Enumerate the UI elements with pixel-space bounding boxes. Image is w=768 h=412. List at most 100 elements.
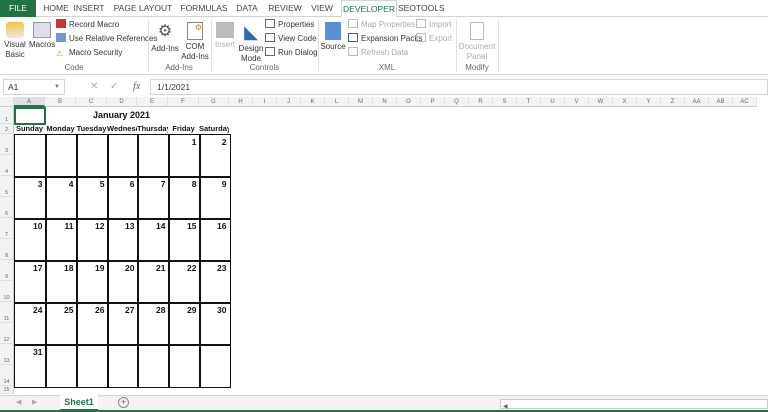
column-header-AC[interactable]: AC — [733, 97, 757, 107]
calendar-day-cell[interactable]: 18 — [45, 260, 78, 304]
calendar-day-cell[interactable]: 6 — [107, 176, 139, 220]
calendar-day-cell[interactable]: 4 — [45, 176, 78, 220]
calendar-day-cell[interactable]: 11 — [45, 218, 78, 262]
run-dialog-button[interactable]: Run Dialog — [265, 47, 318, 59]
column-header-O[interactable]: O — [397, 97, 421, 107]
scroll-left-arrow-icon[interactable]: ◀ — [501, 404, 508, 410]
column-header-D[interactable]: D — [107, 97, 137, 107]
calendar-day-cell[interactable] — [107, 344, 139, 388]
row-header-10[interactable]: 10 — [0, 281, 14, 302]
calendar-day-cell[interactable] — [137, 134, 170, 178]
calendar-day-cell[interactable]: 24 — [14, 302, 47, 346]
calendar-day-cell[interactable] — [14, 134, 47, 178]
calendar-day-cell[interactable] — [76, 344, 109, 388]
row-header-6[interactable]: 6 — [0, 197, 14, 218]
calendar-day-cell[interactable]: 12 — [76, 218, 109, 262]
tab-view[interactable]: VIEW — [308, 0, 336, 17]
column-header-B[interactable]: B — [45, 97, 76, 107]
column-header-R[interactable]: R — [469, 97, 493, 107]
import-button[interactable]: Import — [416, 19, 452, 31]
calendar-day-cell[interactable] — [45, 344, 78, 388]
tab-insert[interactable]: INSERT — [70, 0, 108, 17]
insert-control-button[interactable]: Insert — [213, 22, 237, 50]
name-box[interactable]: A1 ▼ — [3, 79, 65, 95]
calendar-day-cell[interactable]: 5 — [76, 176, 109, 220]
row-header-7[interactable]: 7 — [0, 218, 14, 239]
row-header-12[interactable]: 12 — [0, 323, 14, 344]
tab-review[interactable]: REVIEW — [266, 0, 304, 17]
select-all-corner[interactable] — [0, 97, 14, 107]
column-header-G[interactable]: G — [199, 97, 229, 107]
row-header-9[interactable]: 9 — [0, 260, 14, 281]
calendar-day-cell[interactable]: 2 — [199, 134, 231, 178]
calendar-day-cell[interactable]: 28 — [137, 302, 170, 346]
column-header-AB[interactable]: AB — [709, 97, 733, 107]
tab-home[interactable]: HOME — [38, 0, 74, 17]
calendar-day-cell[interactable]: 7 — [137, 176, 170, 220]
column-header-M[interactable]: M — [349, 97, 373, 107]
row-header-15[interactable]: 15 — [0, 386, 14, 394]
row-header-1[interactable]: 1 — [0, 107, 14, 124]
formula-input[interactable]: 1/1/2021 — [150, 79, 768, 95]
calendar-day-cell[interactable]: 14 — [137, 218, 170, 262]
calendar-day-cell[interactable]: 8 — [168, 176, 201, 220]
calendar-day-cell[interactable] — [45, 134, 78, 178]
row-header-2[interactable]: 2 — [0, 124, 14, 134]
tab-data[interactable]: DATA — [231, 0, 263, 17]
horizontal-scrollbar[interactable]: ◀ — [500, 399, 768, 410]
view-code-button[interactable]: View Code — [265, 33, 317, 45]
column-header-F[interactable]: F — [168, 97, 199, 107]
tab-seotools[interactable]: SEOTOOLS — [398, 0, 445, 17]
calendar-day-cell[interactable]: 22 — [168, 260, 201, 304]
column-header-K[interactable]: K — [301, 97, 325, 107]
macro-security-button[interactable]: ⚠ Macro Security — [56, 47, 122, 59]
sheet-tab-sheet1[interactable]: Sheet1 — [60, 395, 98, 411]
calendar-day-cell[interactable]: 25 — [45, 302, 78, 346]
calendar-day-cell[interactable]: 27 — [107, 302, 139, 346]
scroll-left-icon[interactable]: ◀ — [16, 398, 21, 406]
column-header-AA[interactable]: AA — [685, 97, 709, 107]
column-header-L[interactable]: L — [325, 97, 349, 107]
column-header-W[interactable]: W — [589, 97, 613, 107]
document-panel-button[interactable]: Document Panel — [458, 22, 496, 62]
column-header-S[interactable]: S — [493, 97, 517, 107]
visual-basic-button[interactable]: Visual Basic — [2, 22, 28, 60]
calendar-day-cell[interactable]: 31 — [14, 344, 47, 388]
column-header-N[interactable]: N — [373, 97, 397, 107]
calendar-day-cell[interactable]: 3 — [14, 176, 47, 220]
source-button[interactable]: Source — [320, 22, 346, 52]
tab-developer[interactable]: DEVELOPER — [341, 0, 397, 18]
column-header-C[interactable]: C — [76, 97, 107, 107]
column-header-Q[interactable]: Q — [445, 97, 469, 107]
column-header-T[interactable]: T — [517, 97, 541, 107]
calendar-day-cell[interactable]: 23 — [199, 260, 231, 304]
row-header-8[interactable]: 8 — [0, 239, 14, 260]
tab-file[interactable]: FILE — [0, 0, 36, 17]
row-header-11[interactable]: 11 — [0, 302, 14, 323]
calendar-day-cell[interactable]: 16 — [199, 218, 231, 262]
calendar-day-cell[interactable]: 21 — [137, 260, 170, 304]
record-macro-button[interactable]: Record Macro — [56, 19, 119, 31]
row-header-14[interactable]: 14 — [0, 365, 14, 386]
relative-references-button[interactable]: Use Relative References — [56, 33, 157, 45]
column-header-J[interactable]: J — [277, 97, 301, 107]
calendar-day-cell[interactable]: 26 — [76, 302, 109, 346]
macros-button[interactable]: Macros — [29, 22, 55, 50]
calendar-day-cell[interactable]: 13 — [107, 218, 139, 262]
calendar-day-cell[interactable]: 17 — [14, 260, 47, 304]
calendar-day-cell[interactable]: 30 — [199, 302, 231, 346]
refresh-data-button[interactable]: Refresh Data — [348, 47, 408, 59]
enter-icon[interactable]: ✓ — [110, 81, 118, 92]
calendar-day-cell[interactable]: 19 — [76, 260, 109, 304]
row-header-4[interactable]: 4 — [0, 155, 14, 176]
column-header-Z[interactable]: Z — [661, 97, 685, 107]
calendar-day-cell[interactable] — [168, 344, 201, 388]
design-mode-button[interactable]: ◣ Design Mode — [237, 22, 265, 64]
column-header-I[interactable]: I — [253, 97, 277, 107]
tab-page-layout[interactable]: PAGE LAYOUT — [112, 0, 174, 17]
column-header-X[interactable]: X — [613, 97, 637, 107]
row-header-13[interactable]: 13 — [0, 344, 14, 365]
row-header-3[interactable]: 3 — [0, 134, 14, 155]
add-ins-button[interactable]: ⚙ Add-Ins — [150, 22, 180, 54]
calendar-day-cell[interactable]: 20 — [107, 260, 139, 304]
